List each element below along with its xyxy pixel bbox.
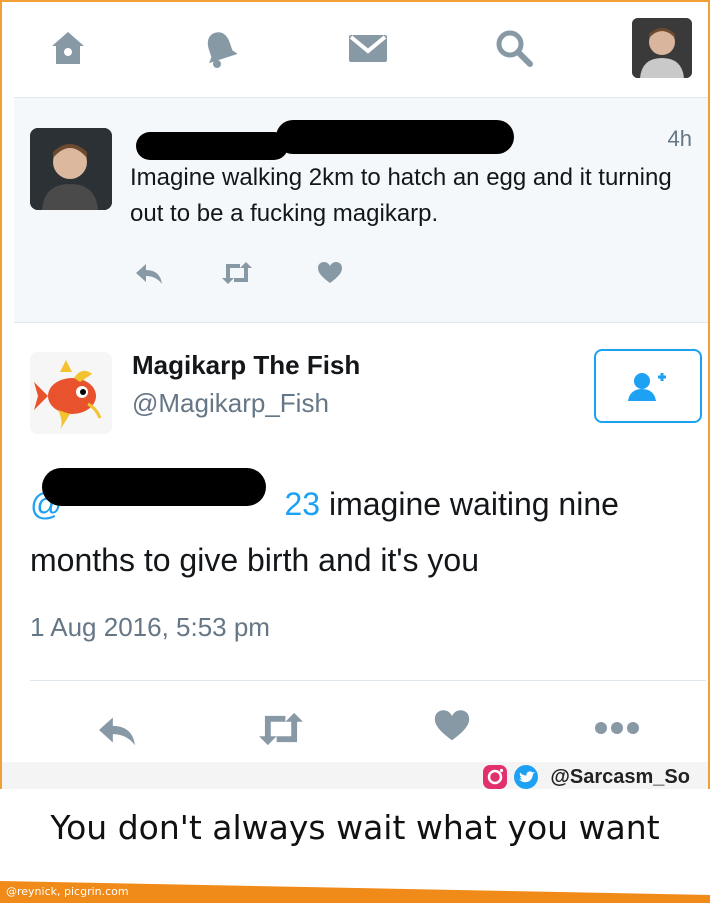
footer-credit[interactable]: @reynick, picgrin.com — [6, 885, 129, 898]
mention-end[interactable]: 23 — [284, 486, 320, 522]
footer-credit-bar: @reynick, picgrin.com — [0, 879, 710, 903]
redacted-author-name — [136, 132, 288, 160]
messages-envelope-icon[interactable] — [344, 24, 392, 72]
follow-button[interactable] — [594, 349, 702, 423]
retweet-icon[interactable] — [220, 260, 254, 290]
reply-icon[interactable] — [96, 712, 138, 752]
search-icon[interactable] — [490, 24, 538, 72]
tweet-author-name[interactable]: Magikarp The Fish — [132, 350, 360, 381]
tweet-text: Imagine walking 2km to hatch an egg and … — [130, 164, 672, 227]
meme-caption: You don't always wait what you want — [50, 808, 660, 847]
add-user-icon — [628, 373, 666, 401]
home-icon[interactable] — [44, 24, 92, 72]
tweet-author-handle[interactable]: @Magikarp_Fish — [132, 388, 329, 419]
twitter-bird-icon — [513, 764, 539, 789]
reply-icon[interactable] — [134, 260, 164, 290]
tweet-reply-card[interactable]: 4h Imagine walking 2km to hatch an egg a… — [14, 97, 708, 323]
retweet-icon[interactable] — [256, 710, 306, 752]
instagram-icon — [482, 764, 508, 789]
like-heart-icon[interactable] — [316, 261, 344, 289]
watermark-handle: @Sarcasm_So — [550, 766, 690, 788]
redacted-author-handle — [276, 120, 514, 154]
tweet-date: 1 Aug 2016, 5:53 pm — [30, 612, 270, 642]
screenshot-frame: 4h Imagine walking 2km to hatch an egg a… — [0, 0, 710, 789]
more-dots-icon[interactable] — [594, 720, 640, 739]
profile-avatar[interactable] — [632, 18, 692, 78]
like-heart-icon[interactable] — [432, 708, 472, 748]
tweet-author-avatar[interactable] — [30, 128, 112, 210]
top-navbar — [2, 2, 708, 92]
divider — [30, 680, 706, 681]
redacted-mention — [42, 468, 266, 506]
tweet-timestamp: 4h — [667, 126, 692, 151]
magikarp-avatar[interactable] — [30, 352, 112, 434]
notifications-bell-icon[interactable] — [196, 24, 244, 72]
